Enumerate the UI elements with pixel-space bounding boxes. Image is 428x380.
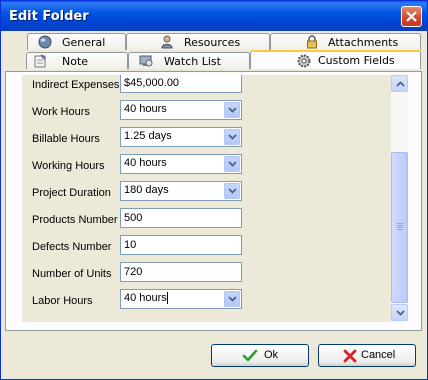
ok-button[interactable]: Ok: [211, 344, 309, 367]
field-label: Work Hours: [32, 106, 90, 118]
dropdown-button[interactable]: [224, 291, 240, 307]
text-caret: [166, 292, 168, 305]
field-label: Indirect Expenses: [32, 79, 120, 91]
chevron-down-icon: [396, 310, 405, 316]
gear-icon: [297, 54, 311, 68]
tab-general[interactable]: General: [27, 33, 126, 50]
window-title: Edit Folder: [9, 9, 89, 24]
close-icon: [406, 11, 417, 22]
chevron-down-icon: [228, 161, 237, 167]
vertical-scrollbar[interactable]: [391, 75, 408, 322]
field-label: Billable Hours: [32, 133, 100, 145]
field-label: Defects Number: [32, 241, 112, 253]
person-icon: [161, 35, 173, 49]
fields-list: Indirect Expenses $45,000.00 Work Hours …: [22, 75, 392, 322]
close-button[interactable]: [401, 6, 422, 27]
chevron-down-icon: [228, 188, 237, 194]
field-label: Products Number: [32, 214, 118, 226]
tab-strip: General Resources Attachments Note Watch…: [4, 32, 424, 72]
chevron-down-icon: [228, 107, 237, 113]
billable-hours-combo[interactable]: 1.25 days: [120, 127, 242, 147]
dropdown-button[interactable]: [224, 129, 240, 145]
labor-hours-combo[interactable]: 40 hours: [120, 289, 242, 309]
note-icon: [34, 54, 46, 68]
tab-note[interactable]: Note: [26, 52, 128, 69]
scroll-down-button[interactable]: [391, 304, 408, 321]
dropdown-button[interactable]: [224, 183, 240, 199]
lock-icon: [307, 35, 317, 49]
tab-watch-list[interactable]: Watch List: [128, 52, 250, 69]
cancel-button[interactable]: Cancel: [318, 344, 416, 367]
number-of-units-input[interactable]: 720: [120, 262, 242, 282]
checkmark-icon: [242, 349, 258, 362]
field-label: Number of Units: [32, 268, 112, 280]
defects-number-input[interactable]: 10: [120, 235, 242, 255]
chevron-up-icon: [396, 81, 405, 87]
working-hours-combo[interactable]: 40 hours: [120, 154, 242, 174]
products-number-input[interactable]: 500: [120, 208, 242, 228]
scroll-up-button[interactable]: [391, 75, 408, 92]
chevron-down-icon: [228, 296, 237, 302]
globe-icon: [38, 35, 52, 49]
dropdown-button[interactable]: [224, 156, 240, 172]
custom-fields-panel: Indirect Expenses $45,000.00 Work Hours …: [5, 71, 422, 331]
chevron-down-icon: [228, 134, 237, 140]
field-label: Working Hours: [32, 160, 105, 172]
monitor-icon: [139, 55, 153, 67]
tab-attachments[interactable]: Attachments: [270, 33, 421, 50]
work-hours-combo[interactable]: 40 hours: [120, 100, 242, 120]
cross-icon: [343, 349, 357, 363]
field-label: Labor Hours: [32, 295, 93, 307]
dropdown-button[interactable]: [224, 102, 240, 118]
edit-folder-dialog: Edit Folder General Resources Attachment…: [0, 0, 428, 380]
field-label: Project Duration: [32, 187, 111, 199]
indirect-expenses-input[interactable]: $45,000.00: [120, 75, 242, 93]
tab-custom-fields[interactable]: Custom Fields: [250, 50, 421, 69]
project-duration-combo[interactable]: 180 days: [120, 181, 242, 201]
title-bar[interactable]: Edit Folder: [1, 1, 427, 31]
scroll-thumb[interactable]: [391, 152, 408, 303]
tab-resources[interactable]: Resources: [126, 33, 270, 50]
